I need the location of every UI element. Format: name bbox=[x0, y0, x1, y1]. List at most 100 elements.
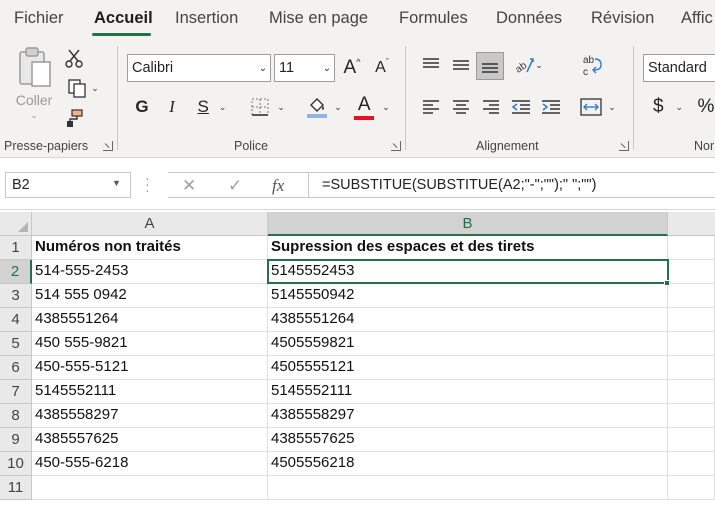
font-color-button[interactable]: A ⌄ bbox=[350, 92, 394, 122]
cell-c7[interactable] bbox=[668, 380, 715, 404]
formula-bar-grip-icon[interactable]: · · · bbox=[145, 171, 150, 197]
tab-fichier[interactable]: Fichier bbox=[14, 9, 64, 28]
cell-c9[interactable] bbox=[668, 428, 715, 452]
tab-mise-en-page[interactable]: Mise en page bbox=[269, 9, 368, 28]
paste-icon bbox=[19, 47, 51, 87]
tab-insertion[interactable]: Insertion bbox=[175, 9, 238, 28]
align-top-button[interactable] bbox=[417, 52, 445, 78]
cell-b8[interactable]: 4385558297 bbox=[268, 404, 668, 428]
cell-b11[interactable] bbox=[268, 476, 668, 500]
wrap-text-icon: ab c bbox=[583, 55, 602, 77]
cell-c2[interactable] bbox=[668, 260, 715, 284]
font-dialog-launcher-icon[interactable] bbox=[391, 141, 401, 151]
orientation-button[interactable]: ab ⌄ bbox=[508, 52, 548, 78]
row-header[interactable]: 8 bbox=[0, 404, 32, 428]
cell-a9[interactable]: 4385557625 bbox=[32, 428, 268, 452]
align-center-button[interactable] bbox=[447, 94, 475, 120]
select-all-button[interactable] bbox=[0, 212, 32, 236]
cell-c5[interactable] bbox=[668, 332, 715, 356]
number-format-select[interactable]: Standard bbox=[643, 54, 715, 82]
italic-button[interactable]: I bbox=[160, 94, 184, 120]
cell-b9[interactable]: 4385557625 bbox=[268, 428, 668, 452]
tab-donnees[interactable]: Données bbox=[496, 9, 562, 28]
fill-handle[interactable] bbox=[664, 280, 670, 286]
cell-a1[interactable]: Numéros non traités bbox=[32, 236, 268, 260]
increase-indent-button[interactable] bbox=[537, 94, 565, 120]
paste-button[interactable]: Coller ⌄ bbox=[10, 46, 58, 128]
insert-function-icon[interactable]: fx bbox=[272, 176, 284, 196]
font-size-select[interactable]: 11 ⌄ bbox=[274, 54, 335, 82]
align-bottom-button[interactable] bbox=[476, 52, 504, 80]
copy-chevron-icon: ⌄ bbox=[91, 82, 99, 93]
row-header[interactable]: 7 bbox=[0, 380, 32, 404]
tab-formules[interactable]: Formules bbox=[399, 9, 468, 28]
currency-button[interactable]: $ ⌄ bbox=[646, 94, 690, 120]
cell-a3[interactable]: 514 555 0942 bbox=[32, 284, 268, 308]
cell-c1[interactable] bbox=[668, 236, 715, 260]
cell-c4[interactable] bbox=[668, 308, 715, 332]
cut-button[interactable] bbox=[62, 46, 86, 70]
cell-a8[interactable]: 4385558297 bbox=[32, 404, 268, 428]
cell-b5[interactable]: 4505559821 bbox=[268, 332, 668, 356]
row-header[interactable]: 4 bbox=[0, 308, 32, 332]
decrease-indent-button[interactable] bbox=[507, 94, 535, 120]
tab-affichage[interactable]: Affic bbox=[681, 9, 713, 28]
column-header-b[interactable]: B bbox=[268, 212, 668, 236]
cell-b2[interactable]: 5145552453 bbox=[268, 260, 668, 284]
merge-center-button[interactable]: ⌄ bbox=[576, 94, 620, 120]
cell-a7[interactable]: 5145552111 bbox=[32, 380, 268, 404]
row-header[interactable]: 9 bbox=[0, 428, 32, 452]
cell-c10[interactable] bbox=[668, 452, 715, 476]
tab-revision[interactable]: Révision bbox=[591, 9, 654, 28]
row-header[interactable]: 2 bbox=[0, 260, 32, 284]
align-middle-button[interactable] bbox=[447, 52, 475, 78]
percent-button[interactable]: % bbox=[694, 94, 715, 120]
row-header[interactable]: 5 bbox=[0, 332, 32, 356]
row-header[interactable]: 6 bbox=[0, 356, 32, 380]
paste-label: Coller bbox=[15, 92, 53, 108]
cell-a6[interactable]: 450-555-5121 bbox=[32, 356, 268, 380]
cell-b7[interactable]: 5145552111 bbox=[268, 380, 668, 404]
cell-b3[interactable]: 5145550942 bbox=[268, 284, 668, 308]
cell-b10[interactable]: 4505556218 bbox=[268, 452, 668, 476]
align-left-button[interactable] bbox=[417, 94, 445, 120]
cell-a2[interactable]: 514-555-2453 bbox=[32, 260, 268, 284]
borders-button[interactable]: ⌄ bbox=[246, 94, 290, 120]
chevron-down-icon: ⌄ bbox=[334, 101, 342, 112]
copy-button[interactable]: ⌄ bbox=[62, 76, 104, 100]
wrap-text-button[interactable]: ab c bbox=[578, 50, 606, 80]
cell-c8[interactable] bbox=[668, 404, 715, 428]
grow-font-button[interactable]: A ^ bbox=[339, 54, 365, 82]
align-right-button[interactable] bbox=[477, 94, 505, 120]
cell-a5[interactable]: 450 555-9821 bbox=[32, 332, 268, 356]
row-header[interactable]: 11 bbox=[0, 476, 32, 500]
row-header[interactable]: 3 bbox=[0, 284, 32, 308]
shrink-font-button[interactable]: Aˇ bbox=[369, 54, 395, 82]
cancel-icon[interactable]: ✕ bbox=[182, 176, 196, 196]
align-right-icon bbox=[483, 100, 499, 114]
underline-button[interactable]: S ⌄ bbox=[190, 94, 234, 120]
fill-color-button[interactable]: ⌄ bbox=[302, 92, 346, 122]
cell-a4[interactable]: 4385551264 bbox=[32, 308, 268, 332]
cell-c3[interactable] bbox=[668, 284, 715, 308]
cell-a10[interactable]: 450-555-6218 bbox=[32, 452, 268, 476]
formula-input[interactable]: =SUBSTITUE(SUBSTITUE(A2;"-";"");" ";"") bbox=[322, 177, 596, 193]
format-painter-button[interactable] bbox=[62, 106, 86, 130]
cell-a11[interactable] bbox=[32, 476, 268, 500]
name-box-dropdown-icon[interactable]: ▼ bbox=[112, 178, 121, 188]
column-header-a[interactable]: A bbox=[32, 212, 268, 236]
font-name-select[interactable]: Calibri ⌄ bbox=[127, 54, 271, 82]
row-header[interactable]: 1 bbox=[0, 236, 32, 260]
row-header[interactable]: 10 bbox=[0, 452, 32, 476]
enter-icon[interactable]: ✓ bbox=[228, 176, 242, 196]
cell-c6[interactable] bbox=[668, 356, 715, 380]
alignment-dialog-launcher-icon[interactable] bbox=[619, 141, 629, 151]
tab-accueil[interactable]: Accueil bbox=[94, 9, 153, 28]
cell-b6[interactable]: 4505555121 bbox=[268, 356, 668, 380]
cell-c11[interactable] bbox=[668, 476, 715, 500]
clipboard-dialog-launcher-icon[interactable] bbox=[103, 141, 113, 151]
cell-b4[interactable]: 4385551264 bbox=[268, 308, 668, 332]
bold-button[interactable]: G bbox=[130, 94, 154, 120]
cell-b1[interactable]: Supression des espaces et des tirets bbox=[268, 236, 668, 260]
column-header-c[interactable] bbox=[668, 212, 715, 236]
